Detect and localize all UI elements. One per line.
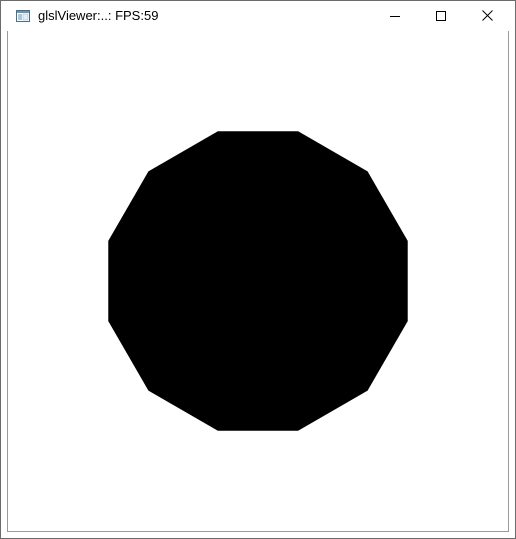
dodecagon-shape (108, 131, 408, 431)
app-window: glslViewer:..: FPS:59 (0, 0, 516, 539)
minimize-icon (390, 15, 400, 17)
window-title: glslViewer:..: FPS:59 (38, 8, 159, 23)
client-border-left (7, 31, 8, 532)
application-window-icon[interactable] (16, 9, 30, 22)
maximize-icon (436, 10, 446, 21)
minimize-button[interactable] (372, 0, 418, 31)
client-border-right (508, 31, 509, 532)
title-bar[interactable]: glslViewer:..: FPS:59 (0, 0, 516, 31)
close-icon (481, 10, 493, 21)
canvas-svg (8, 31, 508, 531)
client-border-bottom (7, 531, 509, 532)
render-canvas[interactable] (8, 31, 508, 531)
maximize-button[interactable] (418, 0, 464, 31)
close-button[interactable] (464, 0, 510, 31)
